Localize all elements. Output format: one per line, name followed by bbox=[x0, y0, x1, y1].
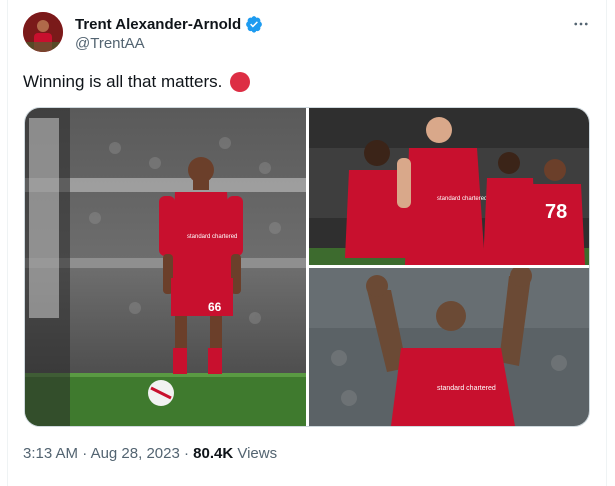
views-count: 80.4K bbox=[193, 445, 234, 462]
photo-team-celebrating[interactable]: standard chartered 78 bbox=[309, 108, 589, 265]
tweet-time[interactable]: 3:13 AM bbox=[23, 445, 78, 462]
tweet-header: Trent Alexander-Arnold @TrentAA bbox=[23, 12, 593, 60]
author-handle[interactable]: @TrentAA bbox=[75, 35, 145, 52]
sponsor-text: standard chartered bbox=[437, 196, 487, 202]
meta-separator: · bbox=[82, 445, 88, 462]
meta-separator: · bbox=[183, 445, 189, 462]
sponsor-text: standard chartered bbox=[437, 385, 496, 392]
author-name[interactable]: Trent Alexander-Arnold bbox=[75, 16, 241, 33]
verified-badge-icon bbox=[245, 15, 263, 33]
tweet-meta: 3:13 AM · Aug 28, 2023 · 80.4K Views bbox=[23, 445, 277, 462]
tweet-text-body: Winning is all that matters. bbox=[23, 72, 223, 91]
media-grid: 66 standard chartered standard chartered… bbox=[24, 107, 590, 427]
tweet-text: Winning is all that matters. bbox=[23, 72, 251, 92]
tweet-card: Trent Alexander-Arnold @TrentAA Winning … bbox=[7, 0, 607, 486]
more-options-icon[interactable] bbox=[569, 12, 593, 36]
sponsor-text: standard chartered bbox=[187, 234, 237, 240]
views-label: Views bbox=[237, 445, 278, 462]
author-name-row: Trent Alexander-Arnold bbox=[75, 15, 263, 33]
shirt-number: 78 bbox=[545, 201, 567, 223]
shirt-number: 66 bbox=[208, 300, 222, 314]
avatar[interactable] bbox=[23, 12, 63, 52]
photo-player-fist-pump[interactable]: standard chartered bbox=[309, 268, 589, 426]
photo-player-standing[interactable]: 66 standard chartered bbox=[25, 108, 306, 426]
red-circle-emoji-icon bbox=[230, 72, 251, 92]
tweet-date[interactable]: Aug 28, 2023 bbox=[91, 445, 180, 462]
